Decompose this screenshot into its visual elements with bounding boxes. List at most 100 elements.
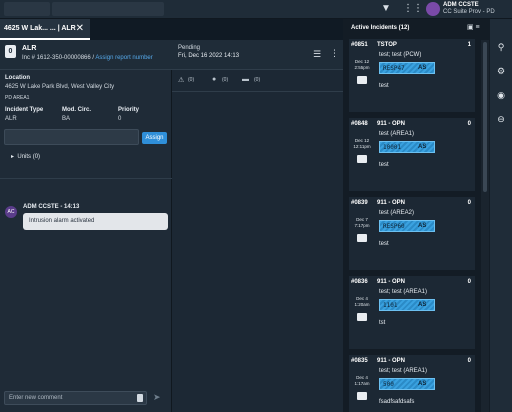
card-body: test; test (AREA1) 500 AS fsadfsafdsafs bbox=[375, 368, 475, 412]
unit-chip[interactable]: 10001 AS bbox=[379, 141, 435, 153]
card-count: 1 bbox=[467, 42, 471, 48]
card-header: #0839 911 - OPN 0 bbox=[349, 197, 475, 210]
vehicle-icon[interactable]: ▬ bbox=[242, 76, 249, 83]
incident-type-title: ALR bbox=[22, 45, 37, 52]
card-type: TSTOP bbox=[377, 42, 397, 48]
card-type: 911 - OPN bbox=[377, 200, 406, 206]
active-incidents-panel: Active Incidents (12) ▣ ≡ #0851 TSTOP 1 Dec… bbox=[343, 19, 490, 412]
chat-icon[interactable] bbox=[357, 392, 367, 400]
unit-id: RESP47 bbox=[383, 65, 405, 72]
card-id: #0848 bbox=[351, 121, 368, 127]
unit-chip[interactable]: RESP47 AS bbox=[379, 62, 435, 74]
comment-placeholder: Enter new comment bbox=[9, 395, 63, 401]
card-note: test bbox=[379, 83, 389, 89]
top-bar-field[interactable] bbox=[4, 2, 50, 16]
card-body: test (AREA2) RESP60 AS test bbox=[375, 210, 475, 270]
card-count: 0 bbox=[467, 200, 471, 206]
unit-chip[interactable]: RESP60 AS bbox=[379, 220, 435, 232]
card-location: test; test (PCW) bbox=[379, 52, 422, 58]
unit-id: RESP60 bbox=[383, 223, 405, 230]
settings-list-icon[interactable]: ⚙ bbox=[495, 65, 507, 77]
card-note: test bbox=[379, 241, 389, 247]
person-icon[interactable]: ● bbox=[212, 76, 216, 83]
card-note: tst bbox=[379, 320, 386, 326]
unit-chip[interactable]: 1101 AS bbox=[379, 299, 435, 311]
assign-unit-input[interactable] bbox=[4, 129, 139, 145]
avatar[interactable] bbox=[426, 2, 440, 16]
close-icon[interactable]: ✕ bbox=[76, 19, 84, 39]
send-icon[interactable]: ➤ bbox=[153, 392, 161, 403]
active-incidents-title: Active Incidents (12) bbox=[351, 25, 410, 31]
incident-card[interactable]: #0851 TSTOP 1 Dec 12 2:55pm test; test (PCW) R… bbox=[349, 39, 475, 112]
card-date: Dec 12 12:11pm bbox=[353, 138, 371, 149]
incident-toolbar-icons[interactable]: ▣ ≡ bbox=[467, 23, 480, 31]
incident-card[interactable]: #0848 911 - OPN 0 Dec 12 12:11pm test (AREA1)… bbox=[349, 118, 475, 191]
chat-icon[interactable] bbox=[357, 76, 367, 84]
unit-id: 10001 bbox=[383, 144, 402, 151]
incident-badge: 0 bbox=[5, 45, 16, 58]
card-location: test; test (AREA1) bbox=[379, 368, 428, 374]
user-name: ADM CCSTE bbox=[443, 2, 479, 8]
unit-status: AS bbox=[418, 65, 427, 71]
vehicle-count: (0) bbox=[254, 77, 261, 83]
apps-grid-icon[interactable]: ⋮⋮ bbox=[403, 3, 423, 15]
search-icon[interactable]: ⚲ bbox=[495, 41, 507, 53]
card-count: 0 bbox=[467, 121, 471, 127]
alert-icon[interactable]: ⚠ bbox=[178, 76, 184, 84]
location-area: PD AREA1 bbox=[5, 95, 30, 101]
unit-status: AS bbox=[418, 144, 427, 150]
priority-value: 0 bbox=[118, 116, 122, 122]
card-header: #0835 911 - OPN 0 bbox=[349, 355, 475, 368]
incident-card[interactable]: #0835 911 - OPN 0 Dec 4 1:17am test; test (AR… bbox=[349, 355, 475, 412]
right-rail: ⚲ ⚙ ◉ ⊖ bbox=[490, 19, 512, 412]
top-bar-search[interactable] bbox=[52, 2, 164, 16]
card-body: test (AREA1) 10001 AS test bbox=[375, 131, 475, 191]
unit-id: 1101 bbox=[383, 302, 398, 309]
card-header: #0848 911 - OPN 0 bbox=[349, 118, 475, 131]
incident-type-label: Incident Type bbox=[5, 107, 44, 113]
card-location: test; test (AREA1) bbox=[379, 289, 428, 295]
card-body: test; test (AREA1) 1101 AS tst bbox=[375, 289, 475, 349]
status-text: Pending bbox=[178, 45, 201, 51]
top-bar: ▼ ⋮⋮ ADM CCSTE CC Suite Prov - PD bbox=[0, 0, 512, 19]
incident-card[interactable]: #0839 911 - OPN 0 Dec 7 7:17pm test (AREA2) RE… bbox=[349, 197, 475, 270]
comment-input[interactable]: Enter new comment bbox=[4, 391, 147, 405]
navigation-icon[interactable]: ⊖ bbox=[495, 113, 507, 125]
user-org: CC Suite Prov - PD bbox=[443, 9, 495, 15]
scroll-thumb[interactable] bbox=[483, 42, 487, 192]
units-toggle[interactable]: ▸ Units (0) bbox=[11, 153, 40, 160]
scrollbar[interactable] bbox=[481, 40, 489, 412]
incident-card[interactable]: #0836 911 - OPN 0 Dec 4 1:20am test; test (AR… bbox=[349, 276, 475, 349]
card-id: #0851 bbox=[351, 42, 368, 48]
assign-button[interactable]: Assign bbox=[142, 132, 167, 144]
card-note: test bbox=[379, 162, 389, 168]
chat-icon[interactable] bbox=[357, 155, 367, 163]
card-id: #0835 bbox=[351, 358, 368, 364]
status-date: Fri, Dec 16 2022 14:13 bbox=[178, 53, 240, 59]
units-label: Units (0) bbox=[17, 154, 41, 160]
attach-icon[interactable] bbox=[137, 394, 143, 402]
filter-icon[interactable]: ▼ bbox=[380, 3, 392, 15]
mod-circ-value: BA bbox=[62, 116, 71, 122]
more-options-icon[interactable]: ⋮ bbox=[330, 48, 339, 59]
unit-chip[interactable]: 500 AS bbox=[379, 378, 435, 390]
unit-status: AS bbox=[418, 302, 427, 308]
person-count: (0) bbox=[222, 77, 229, 83]
chat-icon[interactable] bbox=[357, 313, 367, 321]
tab-incident[interactable]: 4625 W Lak... ... | ALR ✕ bbox=[0, 19, 90, 40]
card-type: 911 - OPN bbox=[377, 279, 406, 285]
assign-report-link[interactable]: Assign report number bbox=[95, 55, 152, 61]
resource-panel: ⚠ (0) ● (0) ▬ (0) bbox=[172, 70, 343, 412]
location-label: Location bbox=[5, 75, 30, 81]
card-count: 0 bbox=[467, 279, 471, 285]
card-header: #0836 911 - OPN 0 bbox=[349, 276, 475, 289]
alarm-icon[interactable]: ◉ bbox=[495, 89, 507, 101]
incident-number: Inc # 1612-350-00000866 / Assign report … bbox=[22, 55, 153, 61]
card-type: 911 - OPN bbox=[377, 358, 406, 364]
card-location: test (AREA1) bbox=[379, 131, 415, 137]
list-icon[interactable]: ☰ bbox=[313, 49, 321, 60]
unit-status: AS bbox=[418, 381, 427, 387]
chat-icon[interactable] bbox=[357, 234, 367, 242]
card-note: fsadfsafdsafs bbox=[379, 399, 415, 405]
mod-circ-label: Mod. Circ. bbox=[62, 107, 92, 113]
